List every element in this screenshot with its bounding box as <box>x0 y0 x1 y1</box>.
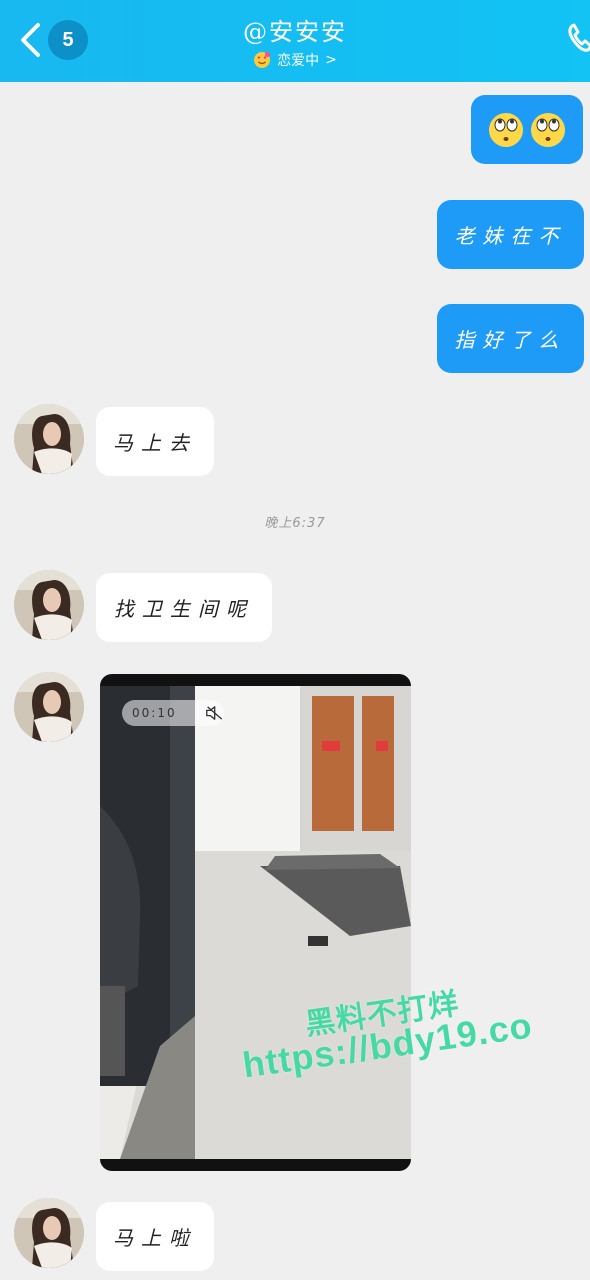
chat-header: 5 @安安安 恋爱中 > <box>0 0 590 82</box>
eye-roll-emoji-icon <box>489 112 523 147</box>
relationship-status[interactable]: 恋爱中 > <box>0 50 590 70</box>
message-bubble-outgoing[interactable]: 指好了么 <box>437 304 584 373</box>
phone-icon[interactable] <box>566 20 590 56</box>
timestamp: 晚上6:37 <box>264 516 326 531</box>
message-bubble-outgoing[interactable]: 老妹在不 <box>437 200 584 269</box>
page-title[interactable]: @安安安 <box>0 12 590 47</box>
avatar-photo <box>14 404 84 474</box>
message-bubble-incoming[interactable]: 找卫生间呢 <box>96 573 272 642</box>
message-bubble-incoming[interactable]: 马上去 <box>96 407 214 476</box>
love-face-icon <box>254 52 271 68</box>
avatar[interactable] <box>14 1198 84 1268</box>
video-status-bar: 00:10 <box>122 700 224 726</box>
avatar[interactable] <box>14 570 84 640</box>
avatar-photo <box>14 672 84 742</box>
message-bubble-incoming[interactable]: 马上啦 <box>96 1202 214 1271</box>
video-duration: 00:10 <box>132 706 177 720</box>
status-label: 恋爱中 <box>277 53 320 69</box>
avatar[interactable] <box>14 672 84 742</box>
video-thumbnail <box>100 686 411 1159</box>
avatar-photo <box>14 570 84 640</box>
video-message[interactable]: 00:10 <box>100 674 411 1171</box>
avatar-photo <box>14 1198 84 1268</box>
avatar[interactable] <box>14 404 84 474</box>
chevron-right-icon: > <box>325 52 337 68</box>
message-bubble-emoji[interactable] <box>471 95 583 164</box>
video-frame: 00:10 <box>100 686 411 1159</box>
eye-roll-emoji-icon <box>531 112 565 147</box>
mute-icon[interactable] <box>205 704 224 722</box>
